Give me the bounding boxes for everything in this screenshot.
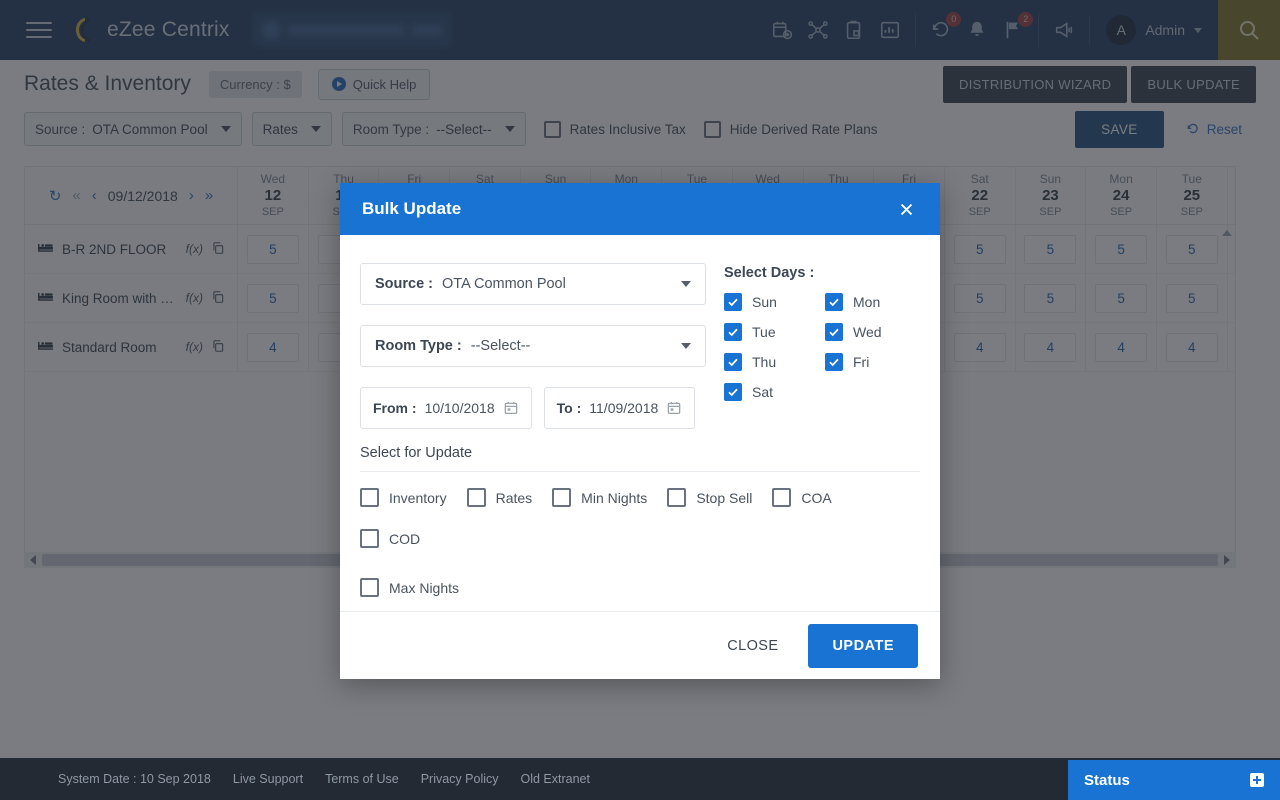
dialog-left-column: Source : OTA Common Pool Room Type : --S… — [360, 263, 706, 429]
footer-link-live-support[interactable]: Live Support — [233, 772, 303, 786]
date-range-row: From : 10/10/2018 To : 11/09/2018 — [360, 387, 706, 429]
day-label: Wed — [853, 324, 882, 340]
status-panel[interactable]: Status — [1068, 760, 1280, 800]
checkbox-box — [360, 488, 379, 507]
to-date-label: To : — [556, 400, 582, 416]
day-checkbox-tue[interactable]: Tue — [724, 323, 825, 341]
chevron-down-icon — [681, 343, 691, 349]
footer-link-privacy-policy[interactable]: Privacy Policy — [421, 772, 499, 786]
update-option-inventory[interactable]: Inventory — [360, 488, 447, 507]
chevron-down-icon — [681, 281, 691, 287]
select-days-label: Select Days : — [724, 265, 815, 281]
checkbox-box — [360, 578, 379, 597]
checkbox-box — [552, 488, 572, 507]
section-divider — [360, 471, 920, 472]
day-label: Fri — [853, 354, 870, 370]
checkbox-box — [724, 323, 742, 341]
checkbox-box — [825, 293, 843, 311]
checkbox-box — [724, 293, 742, 311]
day-label: Sat — [752, 384, 774, 400]
select-for-update-section: Select for Update Inventory Rates Min Nigh… — [340, 439, 940, 611]
expand-icon[interactable] — [1250, 773, 1264, 787]
to-date-value: 11/09/2018 — [589, 400, 659, 416]
dialog-source-value: OTA Common Pool — [442, 276, 566, 292]
dialog-room-type-label: Room Type : — [375, 338, 462, 354]
update-option-label: Max Nights — [389, 579, 460, 596]
footer-link-terms-of-use[interactable]: Terms of Use — [325, 772, 399, 786]
dialog-room-type-dropdown[interactable]: Room Type : --Select-- — [360, 325, 706, 367]
checkbox-box — [667, 488, 687, 507]
close-icon[interactable] — [894, 197, 918, 221]
update-option-label: Rates — [495, 489, 533, 506]
day-checkbox-fri[interactable]: Fri — [825, 353, 926, 371]
day-label: Mon — [853, 294, 881, 310]
dialog-body: Source : OTA Common Pool Room Type : --S… — [340, 235, 940, 439]
update-option-label: Stop Sell — [696, 489, 753, 506]
checkbox-box — [724, 353, 742, 371]
day-checkbox-wed[interactable]: Wed — [825, 323, 926, 341]
checkbox-box — [825, 323, 843, 341]
day-checkbox-mon[interactable]: Mon — [825, 293, 926, 311]
dialog-source-label: Source : — [375, 276, 434, 292]
select-days-group: Sun Mon Tue Wed Thu Fri Sat — [724, 293, 926, 401]
dialog-update-button[interactable]: UPDATE — [808, 623, 918, 668]
from-date-label: From : — [373, 400, 417, 416]
calendar-icon[interactable] — [666, 400, 682, 416]
footer-link-old-extranet[interactable]: Old Extranet — [521, 772, 590, 786]
dialog-room-type-value: --Select-- — [470, 338, 531, 354]
dialog-header: Bulk Update — [340, 183, 940, 235]
day-checkbox-thu[interactable]: Thu — [724, 353, 825, 371]
checkbox-box — [360, 529, 379, 548]
update-options-group: Inventory Rates Min Nights Stop Sell COA COD M… — [360, 488, 920, 611]
status-panel-title: Status — [1084, 771, 1130, 789]
update-option-coa[interactable]: COA — [772, 488, 832, 507]
dialog-right-column: Select Days : Sun Mon Tue Wed Thu Fri Sat — [706, 263, 926, 429]
dialog-footer: CLOSE UPDATE — [340, 611, 940, 679]
update-option-cod[interactable]: COD — [360, 529, 420, 548]
to-date-field[interactable]: To : 11/09/2018 — [543, 387, 696, 429]
update-option-label: Inventory — [389, 489, 447, 506]
update-option-label: COA — [801, 489, 832, 506]
day-checkbox-sat[interactable]: Sat — [724, 383, 825, 401]
app-root: eZee Centrix — [0, 0, 1280, 800]
select-for-update-label: Select for Update — [360, 445, 473, 461]
update-option-label: Min Nights — [581, 489, 648, 506]
calendar-icon[interactable] — [503, 400, 519, 416]
dialog-close-button[interactable]: CLOSE — [715, 628, 790, 664]
dialog-title: Bulk Update — [362, 199, 462, 218]
bulk-update-dialog: Bulk Update Source : OTA Common Pool Roo… — [340, 183, 940, 679]
system-date: System Date : 10 Sep 2018 — [58, 772, 211, 786]
checkbox-box — [724, 383, 742, 401]
day-label: Thu — [752, 354, 777, 370]
from-date-field[interactable]: From : 10/10/2018 — [360, 387, 532, 429]
day-checkbox-sun[interactable]: Sun — [724, 293, 825, 311]
update-option-stop-sell[interactable]: Stop Sell — [667, 488, 752, 507]
checkbox-box — [466, 488, 486, 507]
update-option-rates[interactable]: Rates — [466, 488, 533, 507]
from-date-value: 10/10/2018 — [424, 400, 495, 416]
update-option-label: COD — [389, 530, 421, 547]
dialog-source-dropdown[interactable]: Source : OTA Common Pool — [360, 263, 706, 305]
day-label: Sun — [752, 294, 777, 310]
checkbox-box — [772, 488, 792, 507]
checkbox-box — [825, 353, 843, 371]
update-option-min-nights[interactable]: Min Nights — [552, 488, 647, 507]
update-option-max-nights[interactable]: Max Nights — [360, 578, 459, 597]
day-label: Tue — [752, 324, 776, 340]
